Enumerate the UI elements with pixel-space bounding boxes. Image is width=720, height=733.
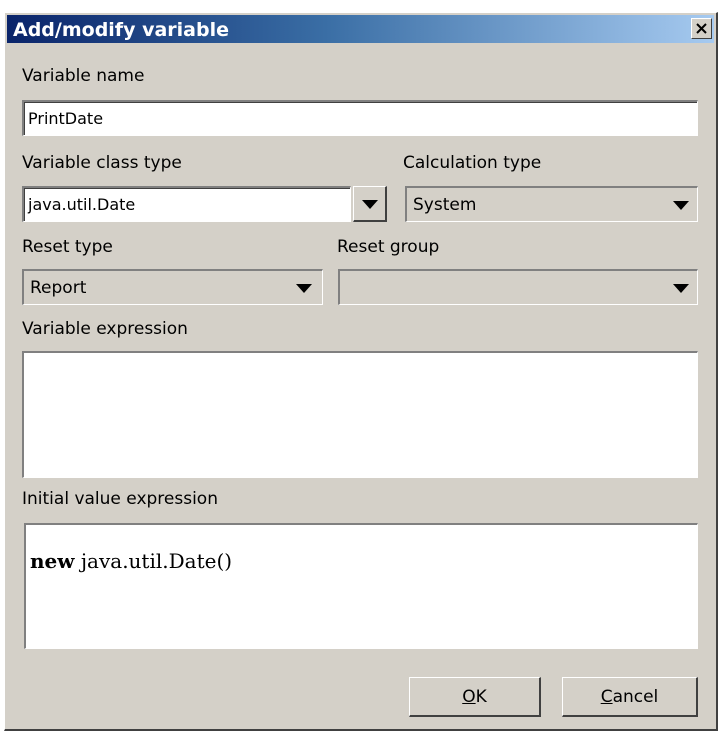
- cancel-mnemonic: C: [600, 686, 613, 707]
- variable-class-type-label: Variable class type: [22, 153, 182, 173]
- initial-value-expression-code: new java.util.Date(): [30, 549, 232, 573]
- cancel-button[interactable]: Cancel: [562, 677, 698, 717]
- ok-label: K: [475, 686, 487, 707]
- variable-expression-textarea[interactable]: [22, 351, 698, 478]
- title-bar[interactable]: Add/modify variable: [7, 15, 714, 43]
- close-button[interactable]: [691, 18, 712, 39]
- code-keyword: new: [30, 549, 75, 573]
- ok-button[interactable]: OK: [409, 677, 541, 717]
- variable-name-value: PrintDate: [28, 109, 104, 128]
- chevron-down-icon: [673, 284, 689, 293]
- variable-name-input[interactable]: PrintDate: [22, 100, 698, 136]
- initial-value-expression-label: Initial value expression: [22, 489, 218, 509]
- variable-class-type-dropdown-button[interactable]: [353, 186, 387, 222]
- reset-type-value: Report: [30, 277, 87, 298]
- initial-value-expression-textarea[interactable]: new java.util.Date(): [24, 523, 698, 649]
- window-title: Add/modify variable: [13, 19, 229, 41]
- reset-group-select[interactable]: [338, 269, 698, 305]
- reset-group-label: Reset group: [337, 237, 440, 257]
- add-modify-variable-dialog: Add/modify variable Variable name PrintD…: [4, 12, 718, 731]
- close-icon: [696, 23, 707, 34]
- reset-type-select[interactable]: Report: [22, 269, 323, 305]
- calculation-type-label: Calculation type: [403, 153, 542, 173]
- chevron-down-icon: [296, 284, 312, 293]
- calculation-type-value: System: [413, 194, 477, 215]
- chevron-down-icon: [362, 200, 378, 209]
- calculation-type-select[interactable]: System: [405, 186, 698, 222]
- code-rest: java.util.Date(): [74, 549, 233, 573]
- variable-expression-label: Variable expression: [22, 319, 188, 339]
- ok-mnemonic: O: [462, 686, 476, 707]
- chevron-down-icon: [673, 201, 689, 210]
- reset-type-label: Reset type: [22, 237, 113, 257]
- variable-name-label: Variable name: [22, 66, 145, 86]
- variable-class-type-value: java.util.Date: [28, 195, 136, 214]
- variable-class-type-input[interactable]: java.util.Date: [22, 186, 351, 222]
- cancel-label: ancel: [612, 686, 659, 707]
